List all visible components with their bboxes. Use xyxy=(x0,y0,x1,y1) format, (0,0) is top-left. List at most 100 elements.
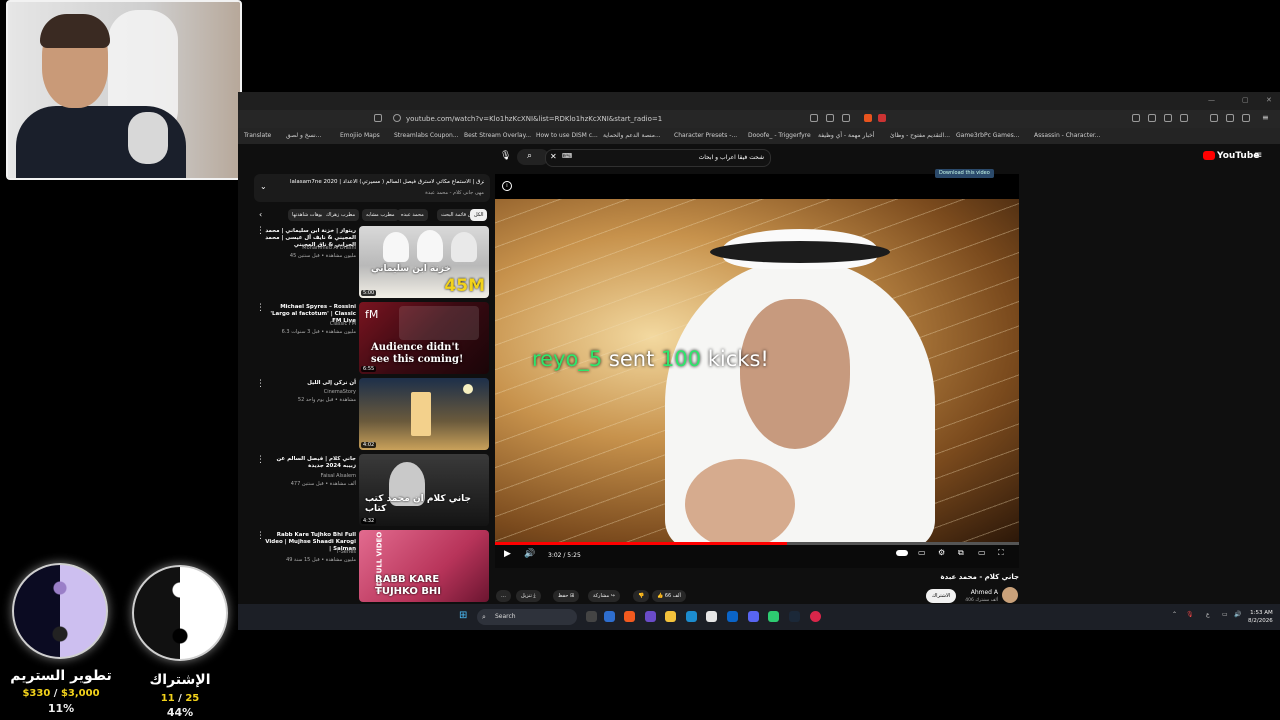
chip-all[interactable]: الكل xyxy=(470,209,488,221)
video-thumbnail[interactable]: جاني كلام ان محمد كتب كتاب 4:32 xyxy=(359,454,489,526)
pen-icon[interactable] xyxy=(1180,114,1188,122)
autoplay-toggle[interactable] xyxy=(896,550,908,556)
cast-icon[interactable] xyxy=(842,114,850,122)
like-button[interactable]: 👍 66 ألف xyxy=(652,590,686,602)
video-title[interactable]: جاني كلام | فيصل السالم عن زبيبه 2024 جد… xyxy=(264,456,356,470)
chip-related[interactable]: مطرب زهراك xyxy=(322,209,360,221)
video-frame[interactable] xyxy=(495,199,1019,544)
bookmark-page-icon[interactable] xyxy=(374,114,382,122)
settings-icon[interactable]: ⚙ xyxy=(938,548,945,557)
downloads-icon[interactable] xyxy=(1148,114,1156,122)
bookmark-item[interactable]: Assassin - Character... xyxy=(1034,132,1101,139)
history-icon[interactable] xyxy=(1164,114,1172,122)
video-thumbnail[interactable]: خزنة ابن سليماني 45M 5:00 xyxy=(359,226,489,298)
singer-agal xyxy=(710,241,890,263)
bookmark-item[interactable]: Dooofe_ - Triggerfyre xyxy=(748,132,811,139)
bookmark-item[interactable]: التقديم مفتوح - وظائ... xyxy=(890,132,950,139)
zoom-icon[interactable] xyxy=(826,114,834,122)
dislike-button[interactable]: 👎 xyxy=(633,590,650,602)
minimize-icon[interactable]: — xyxy=(1208,96,1215,104)
video-channel: Faisal Alsalem xyxy=(320,473,356,479)
more-actions-button[interactable]: … xyxy=(496,590,511,602)
extensions-icon[interactable] xyxy=(1132,114,1140,122)
bookmark-item[interactable]: نسخ و لصق... xyxy=(286,132,321,139)
play-icon[interactable]: ▶ xyxy=(504,549,511,559)
info-icon[interactable]: i xyxy=(502,181,512,191)
subscribe-button[interactable]: الاشتراك xyxy=(926,589,957,603)
bookmark-item[interactable]: منصة الدعم والحماية... xyxy=(603,132,661,139)
theater-mode-icon[interactable]: ▭ xyxy=(978,548,986,557)
chevron-down-icon[interactable]: ⌄ xyxy=(260,182,267,191)
bookmark-item[interactable]: Character Presets -... xyxy=(674,132,737,139)
video-thumbnail[interactable]: fM Audience didn't see this coming! 6:55 xyxy=(359,302,489,374)
playlist-header[interactable]: ⌄ lalasam7ne 2020 | النوادي إلاسترق | ال… xyxy=(254,174,490,202)
bookmark-item[interactable]: Best Stream Overlay... xyxy=(464,132,531,139)
tray-chevron-icon[interactable]: ⌃ xyxy=(1172,611,1177,618)
brave-browser-icon[interactable] xyxy=(624,611,635,622)
site-info-icon[interactable] xyxy=(393,114,401,122)
taskbar-clock[interactable]: 1:53 AM 8/2/2026 xyxy=(1248,609,1273,625)
kick-icon[interactable] xyxy=(768,611,779,622)
vpn-icon[interactable] xyxy=(1242,114,1250,122)
bookmark-item[interactable]: Emojiio xyxy=(340,132,362,139)
edge-icon[interactable] xyxy=(686,611,697,622)
video-thumbnail[interactable]: HD FULL VIDEO RABB KARE TUJHKO BHI xyxy=(359,530,489,602)
save-button[interactable]: حفظ ⊞ xyxy=(553,590,580,602)
download-button[interactable]: تنزيل ⤓ xyxy=(516,590,541,602)
wallet-icon[interactable] xyxy=(1226,114,1234,122)
goal-left-progress: $330 / $3,000 xyxy=(0,688,122,699)
outlook-icon[interactable] xyxy=(727,611,738,622)
search-icon: ⌕ xyxy=(482,613,486,621)
rewards-icon[interactable] xyxy=(878,114,886,122)
youtube-search-input[interactable]: ✕ ⌨ شحت فيقا اعراب و ابحاث xyxy=(545,149,771,167)
brave-shield-icon[interactable] xyxy=(864,114,872,122)
discord-icon[interactable] xyxy=(748,611,759,622)
chip-artist[interactable]: محمد عبده xyxy=(397,209,428,221)
clear-search-icon[interactable]: ✕ xyxy=(550,152,557,161)
tray-network-icon[interactable]: ▭ xyxy=(1222,611,1228,618)
settings-app-icon[interactable] xyxy=(604,611,615,622)
download-icon: ⤓ xyxy=(531,593,536,599)
bookmark-item[interactable]: Maps xyxy=(364,132,380,139)
miniplayer-icon[interactable]: ⧉ xyxy=(958,548,964,558)
maximize-icon[interactable]: ▢ xyxy=(1242,96,1249,104)
keyboard-icon[interactable]: ⌨ xyxy=(562,152,572,160)
pinned-app-icon[interactable] xyxy=(810,611,821,622)
tray-mic-icon[interactable]: 🎙 xyxy=(1186,611,1194,618)
taskbar-search[interactable]: ⌕ Search xyxy=(477,609,577,625)
address-input[interactable]: youtube.com/watch?v=Klo1hzKcXNI&list=RDK… xyxy=(406,115,662,123)
channel-avatar[interactable] xyxy=(1002,587,1018,603)
volume-icon[interactable]: 🔊 xyxy=(524,549,535,559)
translate-icon[interactable] xyxy=(810,114,818,122)
menu-icon[interactable]: ≡ xyxy=(1262,114,1270,122)
bookmark-item[interactable]: Translate xyxy=(244,132,271,139)
channel-name[interactable]: Ahmed A xyxy=(952,589,998,596)
chip-similar[interactable]: مطرب مشابه xyxy=(362,209,399,221)
app-icon[interactable] xyxy=(645,611,656,622)
fullscreen-icon[interactable]: ⛶ xyxy=(998,548,1004,558)
video-title[interactable]: أن نركن إلى الليل xyxy=(264,380,356,387)
download-video-button[interactable]: Download this video xyxy=(935,169,994,178)
hamburger-menu-icon[interactable]: ≡ xyxy=(1254,150,1262,161)
bookmark-item[interactable]: Game3rbPc Games... xyxy=(956,132,1020,139)
sidebar-icon[interactable] xyxy=(1210,114,1218,122)
file-explorer-icon[interactable] xyxy=(665,611,676,622)
task-view-icon[interactable] xyxy=(586,611,597,622)
windows-start-icon[interactable]: ⊞ xyxy=(459,610,467,621)
youtube-logo[interactable]: YouTube xyxy=(1203,151,1259,161)
bookmark-item[interactable]: أخبار مهمة - أي وظيفة xyxy=(818,132,874,139)
goal-left-separator: / xyxy=(53,688,58,699)
store-icon[interactable] xyxy=(706,611,717,622)
tray-language-icon[interactable]: ع xyxy=(1206,611,1210,618)
webcam-microphone xyxy=(128,112,168,164)
close-window-icon[interactable]: ✕ xyxy=(1266,96,1272,104)
bookmark-item[interactable]: How to use DISM c... xyxy=(536,132,598,139)
tray-volume-icon[interactable]: 🔊 xyxy=(1234,611,1241,618)
share-button[interactable]: مشاركة ↪ xyxy=(588,590,620,602)
subtitles-icon[interactable]: ▭ xyxy=(918,548,926,557)
chevron-left-icon[interactable]: ‹ xyxy=(259,210,262,219)
bookmark-item[interactable]: Streamlabs Coupon... xyxy=(394,132,459,139)
video-thumbnail[interactable]: 4:02 xyxy=(359,378,489,450)
microphone-icon[interactable]: 🎙 xyxy=(500,151,511,161)
steam-icon[interactable] xyxy=(789,611,800,622)
